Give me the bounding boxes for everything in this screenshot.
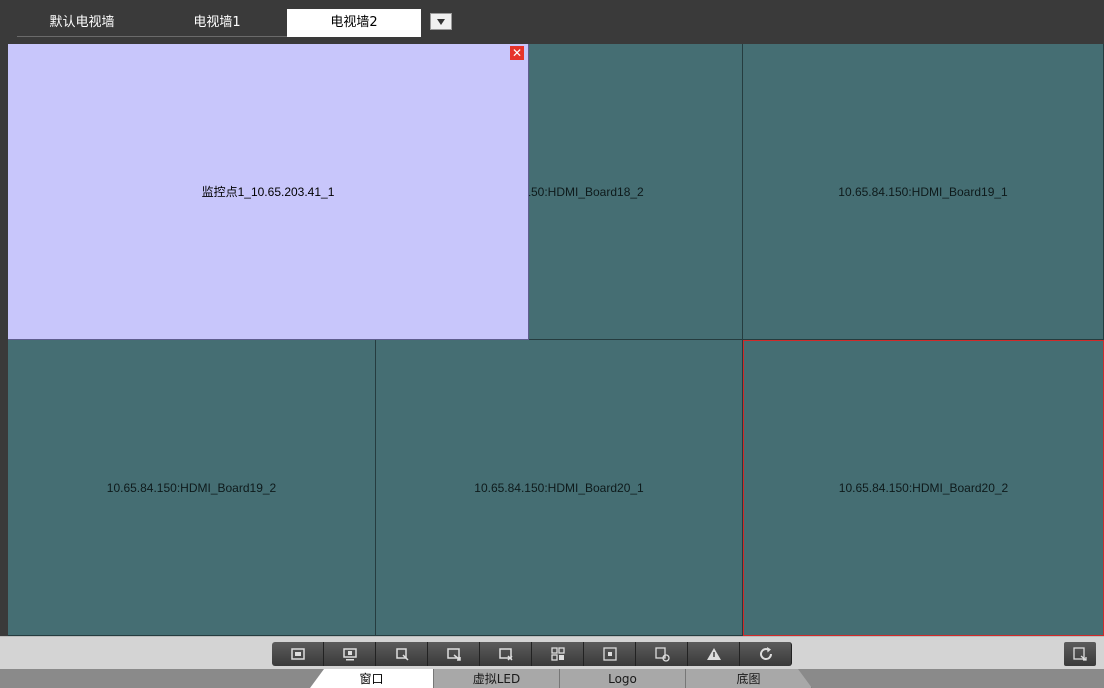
cell-label: 10.65.84.150:HDMI_Board20_1 (474, 480, 644, 495)
close-window-button[interactable] (480, 642, 532, 666)
tv-wall-app: 默认电视墙 电视墙1 电视墙2 10.65.84.150:HDMI_Board1… (0, 0, 1104, 688)
wall-cell[interactable]: 10.65.84.150:HDMI_Board20_1 (376, 340, 743, 636)
refresh-icon (759, 647, 772, 660)
cell-label: 10.65.84.150:HDMI_Board19_1 (838, 184, 1008, 199)
tab-logo[interactable]: Logo (560, 669, 686, 688)
clear-window-icon (395, 648, 409, 661)
settings-window-icon (654, 647, 670, 662)
chevron-down-icon (437, 19, 445, 25)
bottom-tab-bar: 窗口 虚拟LED Logo 底图 (0, 669, 1104, 688)
split-layout-button[interactable] (532, 642, 584, 666)
play-window-button[interactable] (272, 642, 324, 666)
enlarge-window-icon (446, 648, 461, 661)
tab-window[interactable]: 窗口 (310, 669, 434, 688)
fullscreen-button[interactable] (584, 642, 636, 666)
cell-label: 10.65.84.150:HDMI_Board20_2 (838, 481, 1009, 495)
close-window-icon (498, 648, 513, 661)
warning-icon (706, 648, 721, 660)
play-window-icon (290, 648, 305, 660)
window-label: 监控点1_10.65.203.41_1 (201, 185, 335, 199)
screen-button[interactable] (324, 642, 376, 666)
tab-virtual-led[interactable]: 虚拟LED (434, 669, 560, 688)
close-icon[interactable]: ✕ (510, 46, 524, 60)
cell-label: 10.65.84.150:HDMI_Board19_2 (106, 480, 277, 495)
wall-tab-bar: 默认电视墙 电视墙1 电视墙2 (0, 0, 1104, 44)
tab-background-image[interactable]: 底图 (686, 669, 812, 688)
warning-button[interactable] (688, 642, 740, 666)
tab-wall-1[interactable]: 电视墙1 (147, 9, 287, 37)
screen-icon (342, 648, 357, 661)
clear-window-button[interactable] (376, 642, 428, 666)
tv-wall-canvas[interactable]: 10.65.84.150:HDMI_Board18_2 10.65.84.150… (8, 44, 1104, 636)
tab-dropdown-button[interactable] (430, 13, 452, 30)
export-icon (1073, 647, 1087, 661)
fullscreen-icon (602, 647, 617, 661)
split-layout-icon (550, 647, 565, 661)
tab-default-wall[interactable]: 默认电视墙 (17, 9, 147, 37)
wall-cell-selected[interactable]: 10.65.84.150:HDMI_Board20_2 (743, 340, 1104, 636)
export-button[interactable] (1064, 642, 1096, 666)
wall-cell[interactable]: 10.65.84.150:HDMI_Board19_2 (8, 340, 376, 636)
enlarge-window-button[interactable] (428, 642, 480, 666)
wall-cell[interactable]: 10.65.84.150:HDMI_Board19_1 (743, 44, 1104, 340)
floating-video-window[interactable]: 监控点1_10.65.203.41_1 ✕ (8, 44, 529, 340)
action-toolbar (0, 636, 1104, 669)
window-settings-button[interactable] (636, 642, 688, 666)
refresh-button[interactable] (740, 642, 792, 666)
tab-wall-2[interactable]: 电视墙2 (287, 9, 421, 37)
